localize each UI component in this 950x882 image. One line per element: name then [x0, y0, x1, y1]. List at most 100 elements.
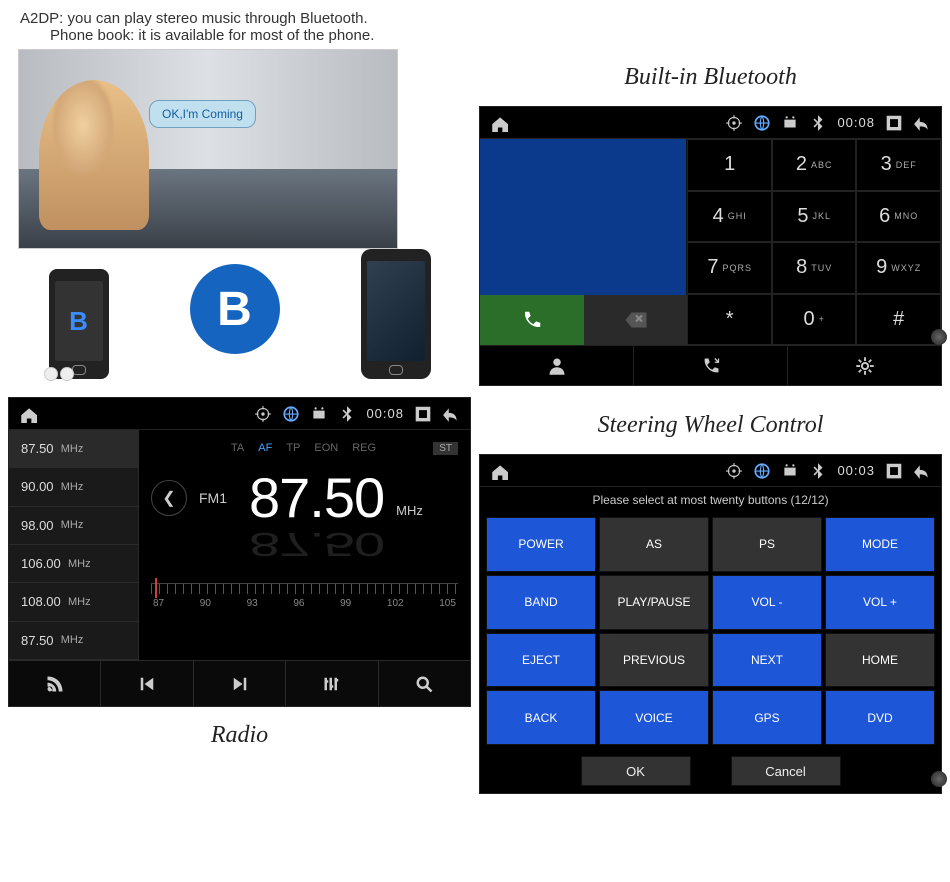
contacts-button[interactable] [480, 346, 634, 385]
desc-line-2: Phone book: it is available for most of … [20, 27, 930, 44]
preset-6[interactable]: 87.50 MHz [9, 622, 139, 660]
ruler-label: 96 [293, 598, 304, 609]
tune-prev-button[interactable]: ❮ [151, 480, 187, 516]
frequency-unit: MHz [396, 503, 423, 518]
android-icon [310, 405, 328, 423]
recents-icon[interactable] [885, 114, 903, 132]
keypad-key-5[interactable]: 5JKL [772, 191, 857, 243]
bluetooth-cell: Built-in Bluetooth 00:08 [479, 49, 942, 389]
settings-button[interactable] [788, 346, 941, 385]
volume-knob[interactable] [931, 329, 947, 345]
radio-title: Radio [8, 707, 471, 764]
preset-list: 87.50 MHz90.00 MHz98.00 MHz106.00 MHz108… [9, 430, 139, 660]
target-icon [725, 462, 743, 480]
bluetooth-screen: 00:08 12ABC3DEF 4GHI5JKL6MNO 7PQRS8TUV9WXY… [479, 106, 942, 386]
keypad-key-2[interactable]: 2ABC [772, 139, 857, 191]
keypad-key-9[interactable]: 9WXYZ [856, 242, 941, 294]
status-bar: 00:03 [480, 455, 941, 487]
swc-mode[interactable]: MODE [825, 517, 935, 572]
preset-1[interactable]: 87.50 MHz [9, 430, 139, 468]
back-icon[interactable] [913, 114, 931, 132]
swc-eject[interactable]: EJECT [486, 633, 596, 688]
description-text: A2DP: you can play stereo music through … [0, 0, 950, 49]
backspace-button[interactable] [584, 295, 688, 345]
seek-next-button[interactable] [194, 661, 286, 706]
radio-screen: 00:08 87.50 MHz90.00 MHz98.00 MHz106.00 … [8, 397, 471, 707]
swc-next[interactable]: NEXT [712, 633, 822, 688]
swc-home[interactable]: HOME [825, 633, 935, 688]
cancel-button[interactable]: Cancel [731, 756, 841, 786]
search-button[interactable] [379, 661, 470, 706]
home-icon[interactable] [490, 462, 508, 480]
bluetooth-badge-large: B [190, 264, 280, 354]
swc-title: Steering Wheel Control [479, 397, 942, 454]
speech-bubble: OK,I'm Coming [149, 100, 256, 128]
desc-line-1: A2DP: you can play stereo music through … [20, 10, 930, 27]
globe-icon [753, 114, 771, 132]
recents-icon[interactable] [885, 462, 903, 480]
target-icon [254, 405, 272, 423]
clock: 00:03 [837, 463, 875, 478]
clock: 00:08 [837, 115, 875, 130]
dial-display [480, 139, 687, 295]
flag-st: ST [433, 442, 458, 455]
keypad-key-3[interactable]: 3DEF [856, 139, 941, 191]
tuning-marker[interactable] [155, 578, 157, 598]
band-label[interactable]: FM1 [199, 490, 227, 506]
back-icon[interactable] [442, 405, 460, 423]
ok-button[interactable]: OK [581, 756, 691, 786]
swc-previous[interactable]: PREVIOUS [599, 633, 709, 688]
bluetooth-icon [338, 405, 356, 423]
preset-3[interactable]: 98.00 MHz [9, 507, 139, 545]
ruler-label: 102 [387, 598, 404, 609]
driver-figure [39, 80, 149, 230]
ruler-label: 105 [439, 598, 456, 609]
home-icon[interactable] [19, 405, 37, 423]
keypad-key-8[interactable]: 8TUV [772, 242, 857, 294]
swc-hint: Please select at most twenty buttons (12… [480, 487, 941, 513]
home-icon[interactable] [490, 114, 508, 132]
volume-knob[interactable] [931, 771, 947, 787]
scan-button[interactable] [9, 661, 101, 706]
radio-cell: 00:08 87.50 MHz90.00 MHz98.00 MHz106.00 … [8, 397, 471, 794]
call-history-button[interactable] [634, 346, 788, 385]
earbuds-icon [44, 361, 94, 381]
swc-button-grid: POWERASPSMODE BANDPLAY/PAUSEVOL -VOL + EJE… [480, 513, 941, 749]
flag-af: AF [258, 442, 272, 455]
swc-power[interactable]: POWER [486, 517, 596, 572]
keypad-key-0[interactable]: 0+ [772, 294, 857, 346]
keypad-key-4[interactable]: 4GHI [687, 191, 772, 243]
flag-eon: EON [314, 442, 338, 455]
swc-band[interactable]: BAND [486, 575, 596, 630]
ruler-label: 87 [153, 598, 164, 609]
keypad-key-#[interactable]: # [856, 294, 941, 346]
seek-prev-button[interactable] [101, 661, 193, 706]
swc-ps[interactable]: PS [712, 517, 822, 572]
status-bar: 00:08 [9, 398, 470, 430]
call-button[interactable] [480, 295, 584, 345]
ruler-label: 90 [200, 598, 211, 609]
recents-icon[interactable] [414, 405, 432, 423]
keypad-key-7[interactable]: 7PQRS [687, 242, 772, 294]
swc-dvd[interactable]: DVD [825, 690, 935, 745]
swc-play-pause[interactable]: PLAY/PAUSE [599, 575, 709, 630]
equalizer-button[interactable] [286, 661, 378, 706]
ruler-label: 93 [247, 598, 258, 609]
swc-gps[interactable]: GPS [712, 690, 822, 745]
swc-vol-[interactable]: VOL - [712, 575, 822, 630]
swc-cell: Steering Wheel Control 00:03 Please sele… [479, 397, 942, 794]
preset-4[interactable]: 106.00 MHz [9, 545, 139, 583]
tuning-ruler[interactable]: 8790939699102105 [151, 583, 458, 623]
back-icon[interactable] [913, 462, 931, 480]
preset-5[interactable]: 108.00 MHz [9, 583, 139, 621]
product-photo: OK,I'm Coming B B [8, 49, 471, 389]
keypad-key-1[interactable]: 1 [687, 139, 772, 191]
frequency-reflection: 87.50 [249, 525, 458, 564]
preset-2[interactable]: 90.00 MHz [9, 468, 139, 506]
swc-as[interactable]: AS [599, 517, 709, 572]
swc-voice[interactable]: VOICE [599, 690, 709, 745]
swc-vol-[interactable]: VOL + [825, 575, 935, 630]
keypad-key-*[interactable]: * [687, 294, 772, 346]
swc-back[interactable]: BACK [486, 690, 596, 745]
keypad-key-6[interactable]: 6MNO [856, 191, 941, 243]
